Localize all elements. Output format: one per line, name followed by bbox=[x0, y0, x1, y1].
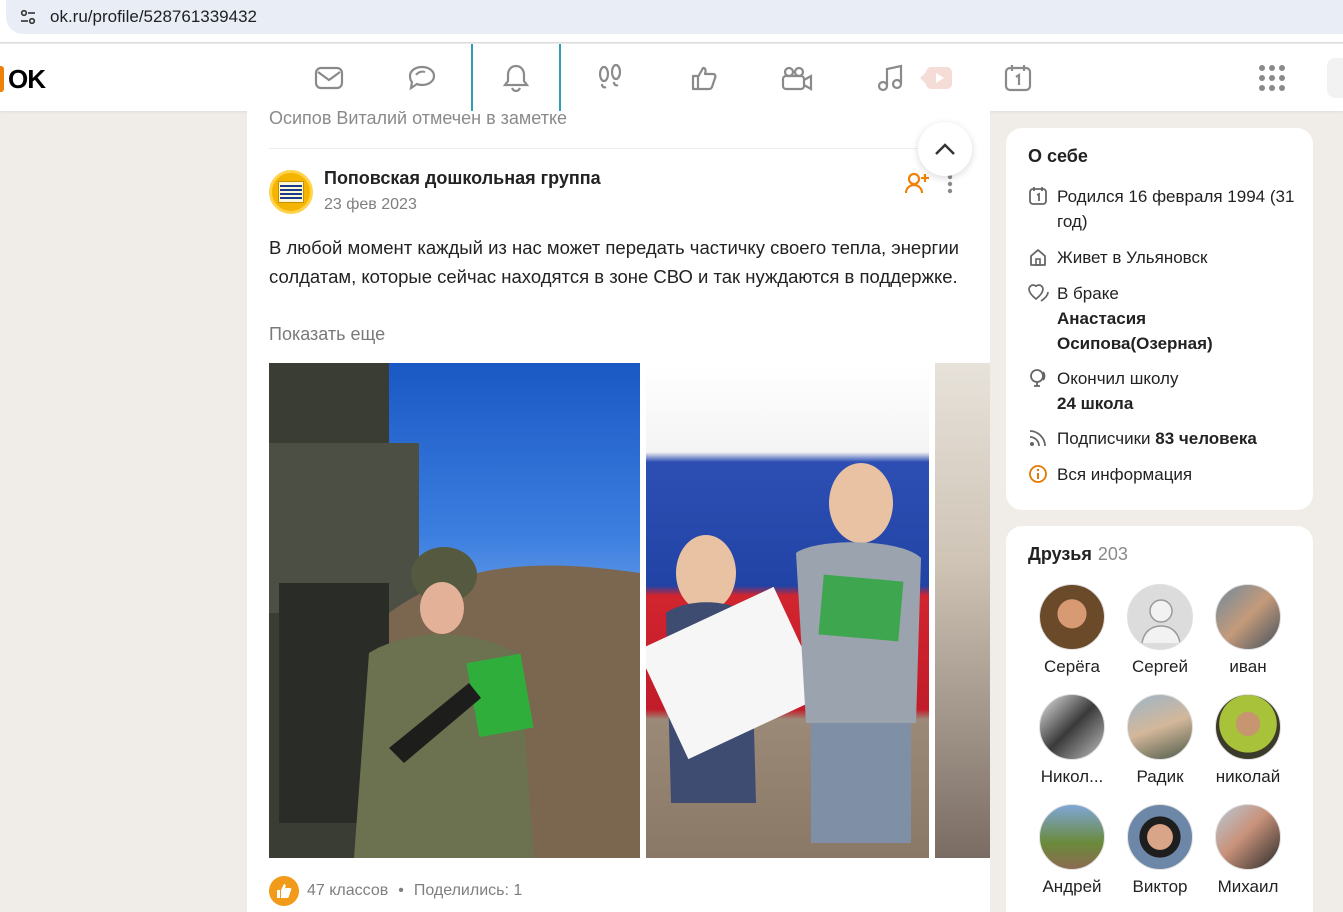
friend-card[interactable]: Виктор bbox=[1116, 804, 1204, 897]
friend-card[interactable]: Серёга bbox=[1028, 584, 1116, 677]
hearts-icon bbox=[1028, 281, 1057, 356]
friend-card[interactable]: Михаил bbox=[1204, 804, 1292, 897]
events-like-icon[interactable] bbox=[659, 44, 749, 111]
about-card: О себе Родился 16 февраля 1994 (31 год) … bbox=[1006, 128, 1313, 510]
friend-card[interactable]: иван bbox=[1204, 584, 1292, 677]
guests-icon[interactable] bbox=[565, 44, 655, 111]
home-icon bbox=[1028, 245, 1057, 272]
scroll-to-top-button[interactable] bbox=[918, 122, 972, 176]
post-stats: 47 классов • Поделились: 1 bbox=[269, 876, 522, 906]
rss-icon bbox=[1028, 426, 1057, 453]
feed-card: Осипов Виталий отмечен в заметке Поповск… bbox=[247, 111, 990, 912]
avatar[interactable] bbox=[1039, 584, 1105, 650]
about-location: Живет в Ульяновск bbox=[1028, 245, 1207, 272]
info-icon bbox=[1028, 462, 1057, 489]
notifications-icon[interactable] bbox=[471, 44, 561, 113]
more-options-icon[interactable] bbox=[947, 174, 953, 199]
friends-title[interactable]: Друзья 203 bbox=[1028, 544, 1128, 565]
school-icon bbox=[1028, 366, 1057, 416]
avatar[interactable] bbox=[1215, 804, 1281, 870]
tag-notice[interactable]: Осипов Виталий отмечен в заметке bbox=[269, 111, 567, 129]
url-text[interactable]: ok.ru/profile/528761339432 bbox=[50, 7, 257, 27]
friend-card[interactable]: Радик bbox=[1116, 694, 1204, 787]
friend-card[interactable]: Сергей bbox=[1116, 584, 1204, 677]
shares-count[interactable]: Поделились: 1 bbox=[414, 882, 522, 900]
about-marital: В браке Анастасия Осипова(Озерная) bbox=[1028, 281, 1247, 356]
likes-count[interactable]: 47 классов bbox=[307, 882, 388, 900]
calendar-icon bbox=[1028, 184, 1057, 234]
show-more-link[interactable]: Показать еще bbox=[269, 324, 385, 345]
avatar[interactable] bbox=[1039, 804, 1105, 870]
url-field[interactable]: ok.ru/profile/528761339432 bbox=[6, 0, 1343, 34]
about-birthday: Родился 16 февраля 1994 (31 год) bbox=[1028, 184, 1297, 234]
friends-count: 203 bbox=[1097, 544, 1128, 564]
user-menu-button[interactable] bbox=[1327, 58, 1343, 98]
browser-address-bar: ok.ru/profile/528761339432 bbox=[0, 0, 1343, 43]
video-play-badge-icon[interactable] bbox=[902, 44, 972, 111]
apps-grid-icon[interactable] bbox=[1258, 64, 1286, 97]
spouse-link[interactable]: Анастасия Осипова(Озерная) bbox=[1057, 309, 1213, 353]
post-photo-soldier[interactable] bbox=[269, 363, 640, 858]
avatar[interactable] bbox=[1127, 584, 1193, 650]
friends-card: Друзья 203 Серёга Сергей иван Никол... Ра… bbox=[1006, 526, 1313, 912]
stats-separator: • bbox=[398, 882, 404, 899]
ok-logo[interactable]: OK bbox=[0, 64, 46, 94]
post-photo-partial[interactable] bbox=[935, 363, 990, 858]
friend-card[interactable]: николай bbox=[1204, 694, 1292, 787]
friend-card[interactable]: Никол... bbox=[1028, 694, 1116, 787]
post-photo-children[interactable] bbox=[646, 363, 929, 858]
discussions-icon[interactable] bbox=[377, 44, 467, 111]
avatar[interactable] bbox=[1039, 694, 1105, 760]
avatar[interactable] bbox=[1127, 804, 1193, 870]
calendar-icon[interactable] bbox=[973, 44, 1063, 111]
divider bbox=[269, 148, 968, 149]
group-name-link[interactable]: Поповская дошкольная группа bbox=[324, 168, 601, 189]
about-title: О себе bbox=[1028, 146, 1088, 166]
avatar[interactable] bbox=[1215, 584, 1281, 650]
video-icon[interactable] bbox=[752, 44, 842, 111]
klass-like-icon[interactable] bbox=[269, 876, 299, 906]
top-navigation: OK bbox=[0, 44, 1343, 113]
all-info-link[interactable]: Вся информация bbox=[1028, 462, 1192, 489]
join-group-icon[interactable] bbox=[904, 171, 931, 200]
friend-card[interactable]: Андрей bbox=[1028, 804, 1116, 897]
site-settings-icon[interactable] bbox=[6, 8, 50, 26]
about-subscribers[interactable]: Подписчики 83 человека bbox=[1028, 426, 1257, 453]
group-avatar[interactable] bbox=[269, 170, 313, 214]
messages-icon[interactable] bbox=[284, 44, 374, 111]
avatar[interactable] bbox=[1127, 694, 1193, 760]
school-link[interactable]: 24 школа bbox=[1057, 394, 1133, 413]
about-school: Окончил школу 24 школа bbox=[1028, 366, 1178, 416]
post-date[interactable]: 23 фев 2023 bbox=[324, 196, 417, 214]
post-text: В любой момент каждый из нас может перед… bbox=[269, 237, 959, 287]
avatar[interactable] bbox=[1215, 694, 1281, 760]
